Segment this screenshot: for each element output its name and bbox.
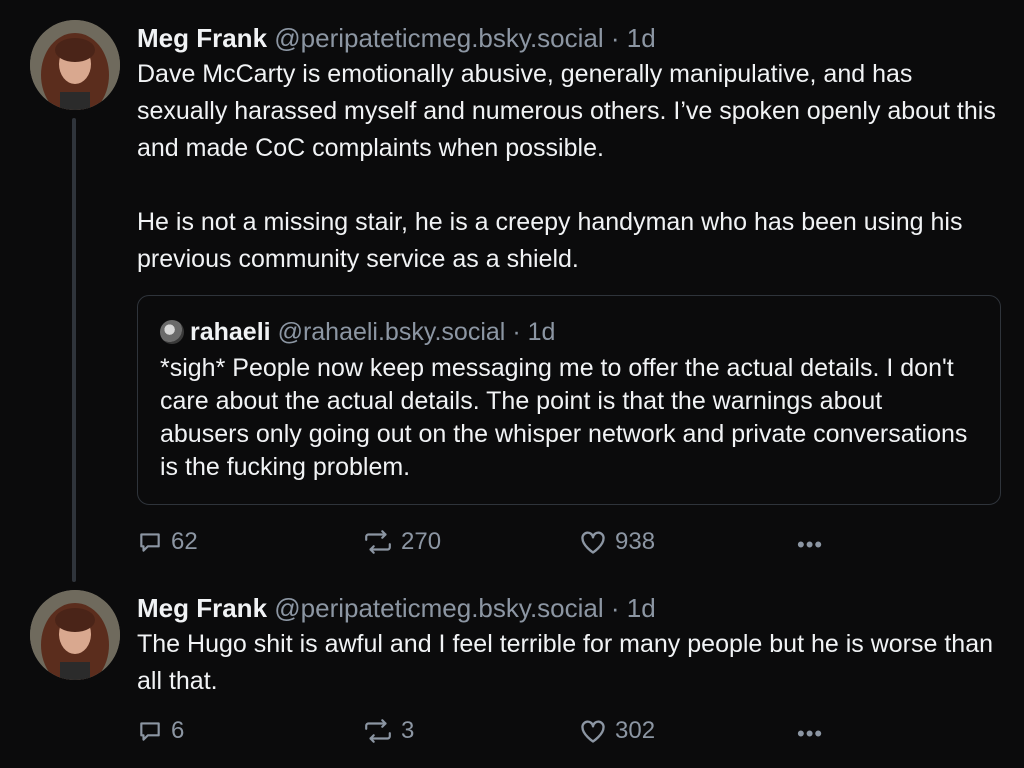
separator-dot: · (610, 593, 620, 623)
quoted-author-handle: @rahaeli.bsky.social (277, 318, 506, 346)
reply-count: 62 (171, 528, 198, 555)
post-header: Meg Frank @peripateticmeg.bsky.social · … (137, 592, 1004, 624)
separator-dot: · (610, 23, 620, 53)
post-time[interactable]: 1d (627, 23, 656, 53)
reply-icon (140, 533, 160, 552)
like-count: 938 (615, 528, 656, 555)
quoted-post-time: 1d (527, 318, 556, 346)
reply-button[interactable]: 62 (137, 528, 198, 556)
reply-button[interactable]: 6 (137, 717, 184, 745)
post-text: Dave McCarty is emotionally abusive, gen… (137, 60, 996, 273)
post-actions: 62 270 938 ••• (137, 528, 857, 558)
avatar-image (30, 590, 120, 680)
repost-icon (365, 719, 391, 743)
heart-icon (581, 720, 605, 743)
avatar-image (30, 20, 120, 110)
reply-count: 6 (171, 717, 185, 744)
post-actions: 6 3 302 ••• (137, 717, 857, 747)
post: Meg Frank @peripateticmeg.bsky.social · … (137, 22, 1004, 278)
post-text: The Hugo shit is awful and I feel terrib… (137, 630, 1000, 695)
repost-count: 270 (401, 528, 442, 555)
author-avatar[interactable] (30, 590, 120, 680)
quoted-post-header: rahaeli @rahaeli.bsky.social · 1d (160, 316, 555, 348)
post-time[interactable]: 1d (627, 593, 656, 623)
repost-icon (365, 530, 391, 554)
like-button[interactable]: 302 (579, 717, 655, 745)
author-name[interactable]: Meg Frank (137, 593, 267, 623)
author-name[interactable]: Meg Frank (137, 23, 267, 53)
heart-icon (581, 531, 605, 554)
repost-button[interactable]: 3 (363, 717, 414, 745)
like-button[interactable]: 938 (579, 528, 655, 556)
repost-count: 3 (401, 717, 415, 744)
post: Meg Frank @peripateticmeg.bsky.social · … (137, 592, 1004, 700)
author-handle[interactable]: @peripateticmeg.bsky.social (274, 593, 603, 623)
separator-dot: · (512, 318, 521, 346)
reply-icon (140, 722, 160, 741)
quoted-post[interactable]: rahaeli @rahaeli.bsky.social · 1d *sigh*… (137, 295, 1001, 505)
like-count: 302 (615, 717, 656, 744)
more-options-icon[interactable]: ••• (797, 532, 823, 558)
author-avatar[interactable] (30, 20, 120, 110)
author-handle[interactable]: @peripateticmeg.bsky.social (274, 23, 603, 53)
more-options-icon[interactable]: ••• (797, 721, 823, 747)
quoted-author-name: rahaeli (190, 318, 271, 346)
quoted-post-text: *sigh* People now keep messaging me to o… (160, 354, 975, 481)
post-header: Meg Frank @peripateticmeg.bsky.social · … (137, 22, 1004, 54)
quoted-author-avatar (160, 320, 184, 344)
repost-button[interactable]: 270 (363, 528, 441, 556)
thread-line (72, 118, 76, 582)
